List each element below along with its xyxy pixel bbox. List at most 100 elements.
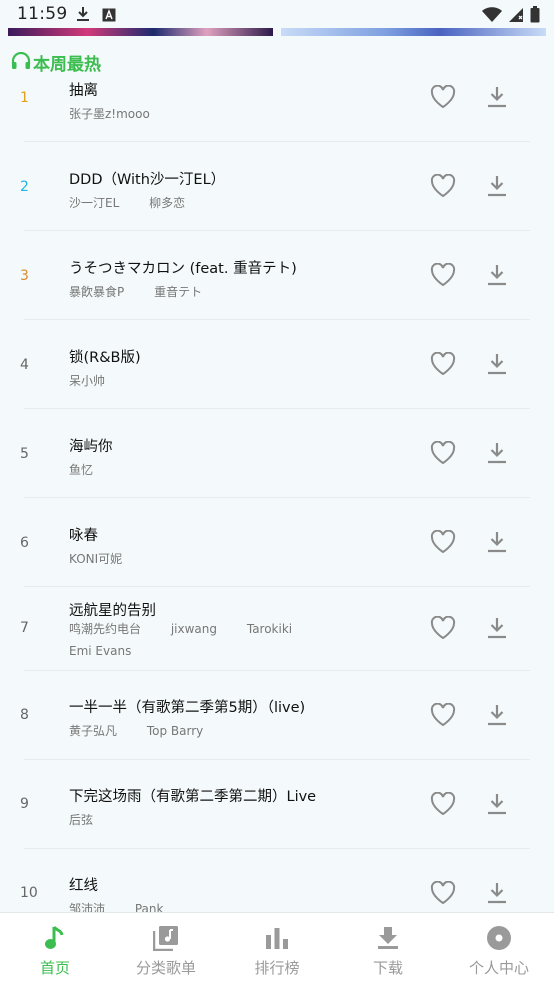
song-title: DDD（With沙一汀EL） xyxy=(69,172,226,188)
like-button[interactable] xyxy=(428,878,458,908)
song-artists: 鱼忆 xyxy=(69,461,119,478)
song-rank: 2 xyxy=(20,179,29,195)
like-button[interactable] xyxy=(428,171,458,201)
artist-name[interactable]: 暴飮暴食P xyxy=(69,285,124,299)
nav-label: 下载 xyxy=(372,959,403,977)
song-title: 远航星的告别 xyxy=(69,603,156,619)
song-title: うそつきマカロン (feat. 重音テト) xyxy=(69,261,297,277)
artist-name[interactable]: Emi Evans xyxy=(69,644,131,658)
song-artists: 张子墨z!mooo xyxy=(69,105,176,122)
download-button[interactable] xyxy=(484,789,510,819)
banner-image-right[interactable] xyxy=(281,28,546,36)
heart-icon xyxy=(430,530,456,554)
heart-icon xyxy=(430,616,456,640)
download-button[interactable] xyxy=(484,878,510,908)
song-artists: 呆小帅 xyxy=(69,372,131,389)
nav-label: 个人中心 xyxy=(468,959,529,977)
download-button[interactable] xyxy=(484,349,510,379)
download-button[interactable] xyxy=(484,527,510,557)
download-icon xyxy=(375,925,401,951)
app-notification-icon xyxy=(102,7,116,26)
nav-label: 排行榜 xyxy=(254,959,300,977)
download-icon xyxy=(488,532,506,553)
song-artists: 黄子弘凡 Top Barry xyxy=(69,722,229,739)
section-title: 本周最热 xyxy=(33,55,101,75)
artist-name[interactable]: 后弦 xyxy=(69,813,93,827)
download-button[interactable] xyxy=(484,700,510,730)
download-status-icon xyxy=(76,6,90,26)
download-icon xyxy=(488,176,506,197)
song-title: 锁(R&B版) xyxy=(69,350,141,366)
headphones-icon xyxy=(11,51,31,74)
download-icon xyxy=(488,618,506,639)
heart-icon xyxy=(430,85,456,109)
like-button[interactable] xyxy=(428,438,458,468)
like-button[interactable] xyxy=(428,527,458,557)
bar-chart-icon xyxy=(264,925,290,951)
row-divider xyxy=(24,848,530,849)
download-icon xyxy=(488,443,506,464)
like-button[interactable] xyxy=(428,82,458,112)
artist-name[interactable]: Tarokiki xyxy=(247,622,292,636)
song-artists: 后弦 xyxy=(69,811,119,828)
row-divider xyxy=(24,230,530,231)
artist-name[interactable]: 重音テト xyxy=(154,285,202,299)
artist-name[interactable]: 鸣潮先约电台 xyxy=(69,622,141,636)
download-button[interactable] xyxy=(484,171,510,201)
like-button[interactable] xyxy=(428,700,458,730)
like-button[interactable] xyxy=(428,789,458,819)
song-artists-line2: Emi Evans xyxy=(69,644,157,658)
download-icon xyxy=(488,354,506,375)
nav-profile[interactable]: 个人中心 xyxy=(444,913,554,985)
download-icon xyxy=(488,87,506,108)
heart-icon xyxy=(430,263,456,287)
artist-name[interactable]: 黄子弘凡 xyxy=(69,724,117,738)
download-button[interactable] xyxy=(484,82,510,112)
artist-name[interactable]: 张子墨z!mooo xyxy=(69,107,150,121)
like-button[interactable] xyxy=(428,260,458,290)
song-rank: 10 xyxy=(20,885,38,901)
song-rank: 6 xyxy=(20,535,29,551)
cellular-signal-icon xyxy=(508,7,524,27)
download-button[interactable] xyxy=(484,613,510,643)
download-button[interactable] xyxy=(484,260,510,290)
song-rank: 8 xyxy=(20,707,29,723)
like-button[interactable] xyxy=(428,349,458,379)
artist-name[interactable]: 呆小帅 xyxy=(69,374,105,388)
song-title: 一半一半（有歌第二季第5期）（live) xyxy=(69,700,306,716)
song-rank: 9 xyxy=(20,796,29,812)
status-time: 11:59 xyxy=(17,4,68,24)
nav-downloads[interactable]: 下载 xyxy=(333,913,443,985)
artist-name[interactable]: 鱼忆 xyxy=(69,463,93,477)
song-title: 抽离 xyxy=(69,83,98,99)
artist-name[interactable]: 沙一汀EL xyxy=(69,196,119,210)
download-icon xyxy=(488,883,506,904)
nav-label: 首页 xyxy=(39,959,70,977)
nav-home[interactable]: 首页 xyxy=(0,913,110,985)
heart-icon xyxy=(430,352,456,376)
download-button[interactable] xyxy=(484,438,510,468)
artist-name[interactable]: KONI可妮 xyxy=(69,552,122,566)
song-rank: 3 xyxy=(20,268,29,284)
artist-name[interactable]: Top Barry xyxy=(147,724,203,738)
download-icon xyxy=(488,265,506,286)
artist-name[interactable]: 柳多恋 xyxy=(149,196,185,210)
song-rank: 4 xyxy=(20,357,29,373)
disc-icon xyxy=(486,925,512,951)
music-note-icon xyxy=(42,925,68,951)
playlist-icon xyxy=(153,925,179,951)
row-divider xyxy=(24,670,530,671)
song-title: 下完这场雨（有歌第二季第二期）Live xyxy=(69,789,317,805)
banner-image-left[interactable] xyxy=(8,28,273,36)
song-artists: 暴飮暴食P 重音テト xyxy=(69,283,228,300)
nav-charts[interactable]: 排行榜 xyxy=(222,913,332,985)
status-left-icons xyxy=(76,6,116,26)
status-right-icons xyxy=(482,6,540,27)
artist-name[interactable]: jixwang xyxy=(171,622,217,636)
heart-icon xyxy=(430,441,456,465)
song-artists: 沙一汀EL 柳多恋 xyxy=(69,194,211,211)
song-rank: 7 xyxy=(20,620,29,636)
like-button[interactable] xyxy=(428,613,458,643)
nav-category-playlist[interactable]: 分类歌单 xyxy=(111,913,221,985)
song-artists: KONI可妮 xyxy=(69,550,148,567)
